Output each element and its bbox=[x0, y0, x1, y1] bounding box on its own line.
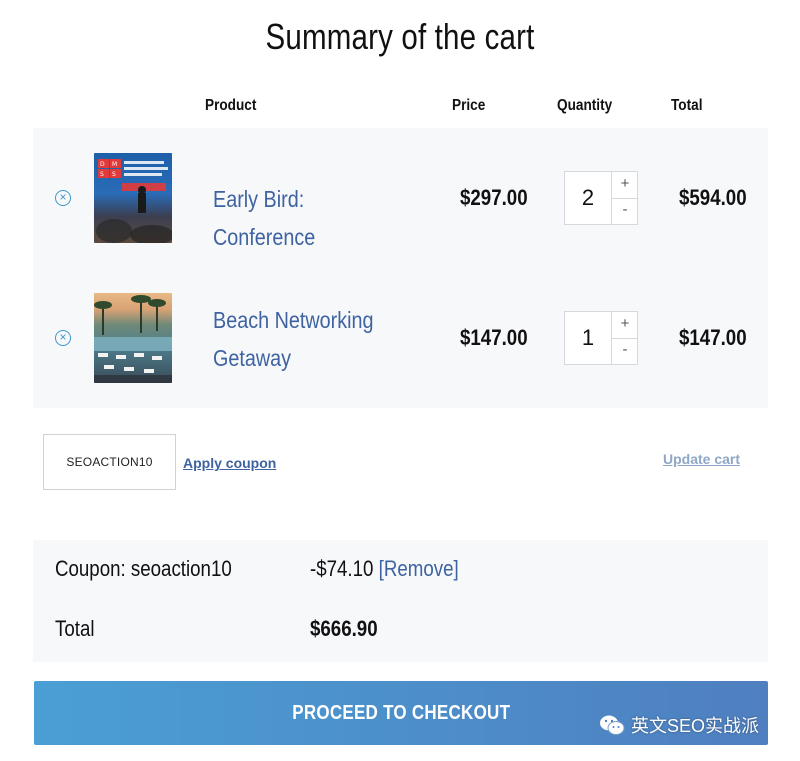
page-title: Summary of the cart bbox=[265, 16, 535, 57]
watermark: 英文SEO实战派 bbox=[599, 712, 759, 738]
quantity-minus-button[interactable]: - bbox=[612, 338, 638, 364]
quantity-plus-button[interactable]: + bbox=[612, 172, 638, 199]
quantity-input[interactable]: 2 bbox=[565, 172, 612, 224]
svg-text:S: S bbox=[100, 171, 104, 178]
cart-totals-panel: Coupon: seoaction10 -$74.10 [Remove] Tot… bbox=[33, 540, 768, 662]
header-total: Total bbox=[671, 97, 703, 114]
quantity-minus-button[interactable]: - bbox=[612, 198, 638, 224]
quantity-plus-button[interactable]: + bbox=[612, 312, 638, 339]
product-name-line[interactable]: Beach Networking bbox=[213, 301, 402, 339]
quantity-stepper[interactable]: 1 + - bbox=[564, 311, 638, 365]
item-price: $147.00 bbox=[460, 325, 528, 350]
remove-coupon-link[interactable]: [Remove] bbox=[379, 556, 459, 581]
coupon-discount-amount: -$74.10 bbox=[310, 556, 374, 581]
coupon-summary-value: -$74.10 [Remove] bbox=[310, 556, 459, 582]
quantity-input[interactable]: 1 bbox=[565, 312, 612, 364]
cart-row: × D M S S Early Bird: Conference $297.00… bbox=[33, 128, 768, 268]
apply-coupon-link[interactable]: Apply coupon bbox=[183, 455, 276, 471]
order-total-label: Total bbox=[55, 616, 95, 641]
remove-item-icon[interactable]: × bbox=[55, 330, 71, 346]
header-quantity: Quantity bbox=[557, 97, 613, 114]
svg-text:M: M bbox=[112, 161, 117, 168]
watermark-text: 英文SEO实战派 bbox=[631, 716, 760, 736]
cart-row: × Beach Networking Getaway $147.00 1 + -… bbox=[33, 268, 768, 408]
quantity-stepper[interactable]: 2 + - bbox=[564, 171, 638, 225]
coupon-code-input[interactable]: SEOACTION10 bbox=[43, 434, 176, 490]
cart-items-panel: × D M S S Early Bird: Conference $297.00… bbox=[33, 128, 768, 408]
product-name-link[interactable]: Early Bird: Conference bbox=[213, 180, 402, 256]
product-name-line[interactable]: Early Bird: Conference bbox=[213, 180, 402, 256]
order-total-value: $666.90 bbox=[310, 616, 378, 641]
svg-text:D: D bbox=[100, 161, 105, 168]
update-cart-link[interactable]: Update cart bbox=[663, 451, 740, 467]
item-price: $297.00 bbox=[460, 185, 528, 210]
remove-item-icon[interactable]: × bbox=[55, 190, 71, 206]
header-price: Price bbox=[452, 97, 486, 114]
coupon-summary-label: Coupon: seoaction10 bbox=[55, 556, 232, 581]
checkout-button-label: PROCEED TO CHECKOUT bbox=[292, 702, 510, 724]
product-name-link[interactable]: Beach Networking Getaway bbox=[213, 301, 402, 377]
product-name-line[interactable]: Getaway bbox=[213, 339, 402, 377]
svg-text:S: S bbox=[112, 171, 116, 178]
item-total: $594.00 bbox=[679, 185, 747, 210]
item-total: $147.00 bbox=[679, 325, 747, 350]
beach-thumbnail[interactable] bbox=[94, 293, 172, 383]
conference-thumbnail[interactable]: D M S S bbox=[94, 153, 172, 243]
header-product: Product bbox=[205, 97, 257, 114]
wechat-icon bbox=[600, 715, 625, 735]
